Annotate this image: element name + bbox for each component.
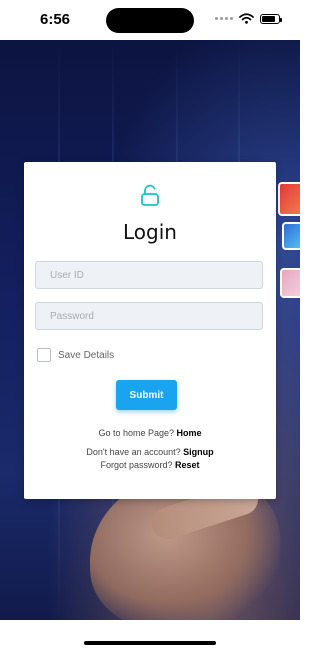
user-id-input[interactable] xyxy=(35,261,263,289)
login-card: Login Save Details Submit Go to home Pag… xyxy=(24,162,276,499)
save-details-row[interactable]: Save Details xyxy=(37,348,114,362)
status-icons xyxy=(215,13,282,24)
reset-link[interactable]: Reset xyxy=(175,460,200,470)
signup-link-row: Don't have an account? Signup xyxy=(24,447,276,457)
reset-prompt: Forgot password? xyxy=(100,460,173,470)
status-bar: 6:56 xyxy=(0,0,300,40)
login-title: Login xyxy=(123,220,177,244)
home-link-row: Go to home Page? Home xyxy=(24,428,276,438)
save-details-label: Save Details xyxy=(58,349,115,361)
signup-prompt: Don't have an account? xyxy=(86,447,181,457)
home-link[interactable]: Home xyxy=(177,428,202,438)
password-input[interactable] xyxy=(35,302,263,330)
status-time: 6:56 xyxy=(40,11,71,28)
save-details-checkbox[interactable] xyxy=(37,348,51,362)
reset-link-row: Forgot password? Reset xyxy=(24,460,276,470)
home-indicator[interactable] xyxy=(84,641,216,645)
cellular-signal-icon xyxy=(215,17,233,20)
home-prompt: Go to home Page? xyxy=(98,428,175,438)
dynamic-island xyxy=(106,8,194,33)
wifi-icon xyxy=(239,13,254,24)
bottom-bar xyxy=(0,620,300,650)
unlock-icon xyxy=(141,184,159,206)
signup-link[interactable]: Signup xyxy=(183,447,214,457)
battery-icon xyxy=(260,13,282,24)
submit-button[interactable]: Submit xyxy=(116,380,177,410)
